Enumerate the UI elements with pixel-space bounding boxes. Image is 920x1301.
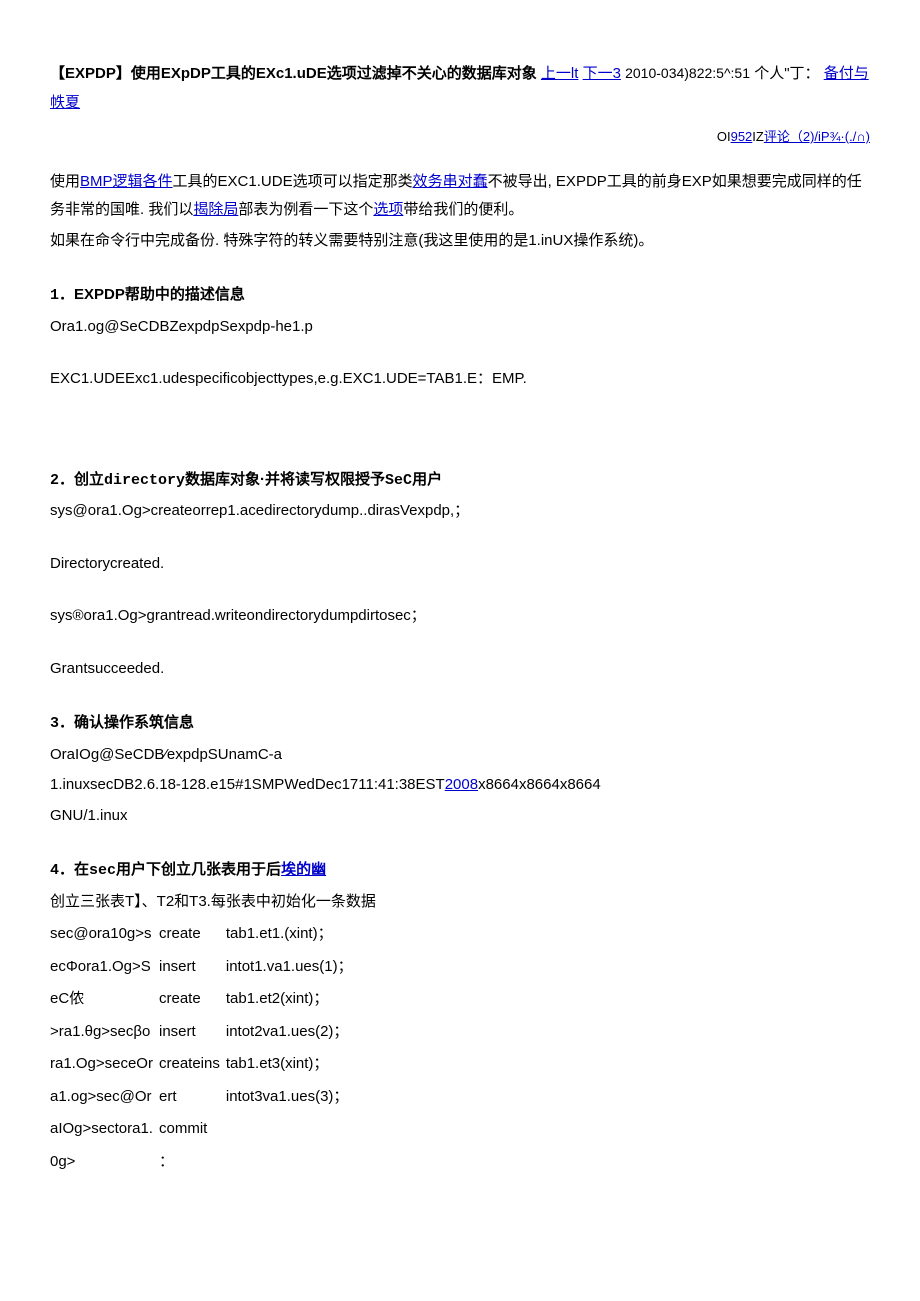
page-title: 【EXPDP】使用EXpDP工具的EXc1.uDE选项过滤掉不关心的数据库对象	[50, 65, 537, 82]
table-row: sec@ora10g>screatetab1.et1.(xint)；	[50, 918, 359, 951]
s3-line-1: OraIOg@SeCDB⁄expdpSUnamC-a	[50, 741, 870, 770]
table-row: a1.og>sec@Orertintot3va1.ues(3)；	[50, 1081, 359, 1114]
table-cell: create	[159, 918, 226, 951]
table-cell: intot2va1.ues(2)；	[226, 1016, 359, 1049]
meta-bar: OI952IZ评论（2)/iP¾·(./∩)	[50, 125, 870, 150]
intro-paragraph-2: 如果在命令行中完成备份. 特殊字符的转义需要特别注意(我这里使用的是1.inUX…	[50, 227, 870, 256]
section-4-head: 4．在sec用户下创立几张表用于后埃的幽	[50, 856, 870, 886]
section-3-head: 3．确认操作系筑信息	[50, 709, 870, 739]
text: ．创立	[59, 471, 104, 488]
meta-text-1: OI	[717, 129, 731, 144]
text: x8664x8664x8664	[478, 776, 601, 793]
s1-line-1: Ora1.og@SeCDBZexpdpSexpdp-he1.p	[50, 313, 870, 342]
table-cell: eC侬	[50, 983, 159, 1016]
section-number: 3	[50, 715, 59, 732]
table-cell: insert	[159, 1016, 226, 1049]
link-option[interactable]: 选项	[373, 201, 403, 218]
timestamp: 2010-034)822:5^:51	[625, 65, 750, 81]
section-title: ．确认操作系筑信息	[59, 714, 194, 731]
link-logic[interactable]: 逻辑各件	[113, 173, 173, 190]
s2-line-3: sys®ora1.Og>grantread.writeondirectorydu…	[50, 602, 870, 631]
table-row: ra1.Og>seceOrcreateinstab1.et3(xint)；	[50, 1048, 359, 1081]
section-title: ．EXPDP帮助中的描述信息	[59, 286, 245, 303]
table-cell: insert	[159, 951, 226, 984]
section-2-head: 2．创立directory数据库对象·并将读写权限授予SeC用户	[50, 466, 870, 496]
s2-line-2: Directorycreated.	[50, 550, 870, 579]
table-cell: ：	[159, 1146, 226, 1179]
meta-comments-link[interactable]: 评论（2)	[764, 129, 815, 144]
text: ．在	[59, 861, 89, 878]
table-cell: ert	[159, 1081, 226, 1114]
meta-link-1[interactable]: 952	[731, 129, 753, 144]
table-cell: >ra1.θg>secβo	[50, 1016, 159, 1049]
table-cell: aIOg>sectora1.	[50, 1113, 159, 1146]
text: 1.inuxsecDB2.6.18-128.e15#1SMPWedDec1711…	[50, 776, 445, 793]
text: 带给我们的便利。	[403, 201, 523, 218]
table-cell: tab1.et1.(xint)；	[226, 918, 359, 951]
mono-text: sec	[89, 862, 116, 879]
link-test[interactable]: 埃的幽	[281, 861, 326, 878]
link-year[interactable]: 2008	[445, 776, 478, 793]
s2-line-4: Grantsucceeded.	[50, 655, 870, 684]
table-cell: tab1.et3(xint)；	[226, 1048, 359, 1081]
table-cell	[226, 1146, 359, 1179]
table-cell: commit	[159, 1113, 226, 1146]
table-cell: ra1.Og>seceOr	[50, 1048, 159, 1081]
nav-next-link[interactable]: 下一3	[583, 65, 621, 82]
link-task[interactable]: 效务串对蠢	[413, 173, 488, 190]
title-line: 【EXPDP】使用EXpDP工具的EXc1.uDE选项过滤掉不关心的数据库对象 …	[50, 60, 870, 117]
section-number: 1	[50, 287, 59, 304]
mono-text: directory	[104, 472, 185, 489]
link-remove[interactable]: 揭除局	[193, 201, 238, 218]
s3-line-2: 1.inuxsecDB2.6.18-128.e15#1SMPWedDec1711…	[50, 771, 870, 800]
meta-text-2: IZ	[752, 129, 764, 144]
table-cell: 0g>	[50, 1146, 159, 1179]
table-row: eC侬createtab1.et2(xint)；	[50, 983, 359, 1016]
table-cell: createins	[159, 1048, 226, 1081]
table-row: aIOg>sectora1.commit	[50, 1113, 359, 1146]
table-cell: ecΦora1.Og>S	[50, 951, 159, 984]
link-bmp[interactable]: BMP	[80, 173, 113, 190]
table-cell: intot3va1.ues(3)；	[226, 1081, 359, 1114]
section-number: 4	[50, 862, 59, 879]
text: 部表为例看一下这个	[238, 201, 373, 218]
intro-paragraph: 使用BMP逻辑各件工具的EXC1.UDE选项可以指定那类效务串对蠢不被导出, E…	[50, 168, 870, 225]
s4-line-1: 创立三张表T】、T2和T3.每张表中初始化一条数据	[50, 888, 870, 917]
table-row: ecΦora1.Og>Sinsertintot1.va1.ues(1)；	[50, 951, 359, 984]
text: 工具的EXC1.UDE选项可以指定那类	[173, 173, 413, 190]
person-label: 个人"丁：	[754, 65, 819, 82]
text: 数据库对象·并将读写权限授予	[185, 471, 385, 488]
nav-prev-link[interactable]: 上一lt	[541, 65, 579, 82]
table-cell: a1.og>sec@Or	[50, 1081, 159, 1114]
text: 用户	[412, 471, 442, 488]
text: 用户下创立几张表用于后	[116, 861, 281, 878]
sql-table: sec@ora10g>screatetab1.et1.(xint)；ecΦora…	[50, 918, 359, 1178]
table-cell: create	[159, 983, 226, 1016]
table-row: >ra1.θg>secβoinsertintot2va1.ues(2)；	[50, 1016, 359, 1049]
s1-line-2: EXC1.UDEExc1.udespecificobjecttypes,e.g.…	[50, 365, 870, 394]
table-cell: intot1.va1.ues(1)；	[226, 951, 359, 984]
mono-text: SeC	[385, 472, 412, 489]
table-row: 0g>：	[50, 1146, 359, 1179]
table-cell: sec@ora10g>s	[50, 918, 159, 951]
section-1-head: 1．EXPDP帮助中的描述信息	[50, 281, 870, 311]
s3-line-3: GNU/1.inux	[50, 802, 870, 831]
text: 使用	[50, 173, 80, 190]
table-cell	[226, 1113, 359, 1146]
section-number: 2	[50, 472, 59, 489]
table-cell: tab1.et2(xint)；	[226, 983, 359, 1016]
meta-link-2[interactable]: /iP¾·(./∩)	[814, 129, 870, 144]
s2-line-1: sys@ora1.Og>createorrep1.acedirectorydum…	[50, 497, 870, 526]
